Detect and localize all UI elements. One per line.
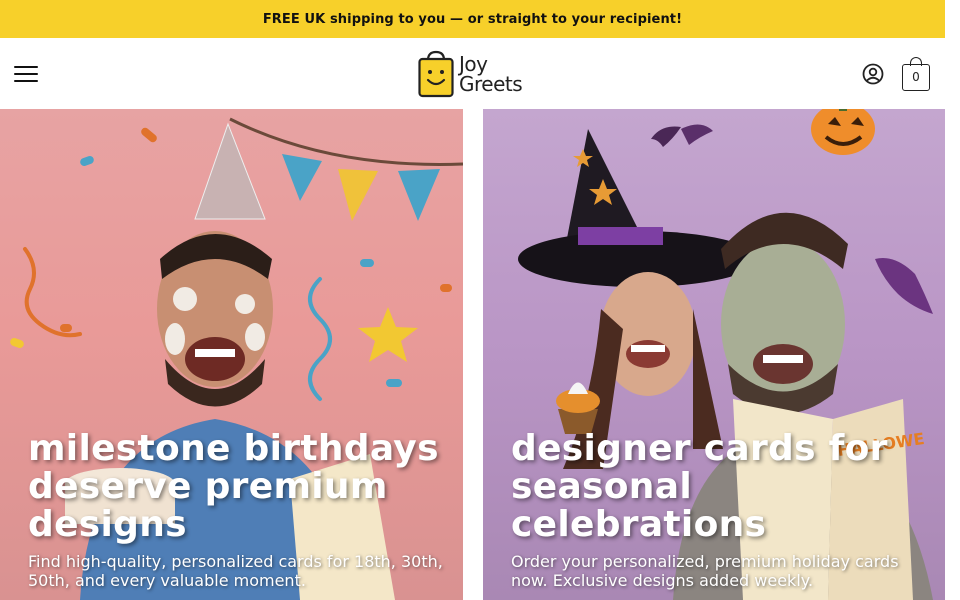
promo-bar: FREE UK shipping to you — or straight to…: [0, 0, 945, 38]
cart-count: 0: [912, 70, 920, 84]
cart-button[interactable]: 0: [902, 56, 930, 91]
site-logo[interactable]: Joy Greets: [418, 50, 523, 98]
logo-line-2: Greets: [459, 72, 523, 96]
logo-line-1: Joy: [459, 52, 488, 76]
birthday-card-title: milestone birthdays deserve premium desi…: [28, 428, 439, 545]
page: FREE UK shipping to you — or straight to…: [0, 0, 945, 600]
hero-cards: milestone birthdays deserve premium desi…: [0, 109, 945, 600]
hamburger-menu-icon[interactable]: [14, 65, 38, 82]
birthday-card-text: milestone birthdays deserve premium desi…: [28, 428, 443, 591]
birthday-hero-card[interactable]: milestone birthdays deserve premium desi…: [0, 109, 463, 600]
seasonal-card-subtitle: Order your personalized, premium holiday…: [511, 552, 899, 590]
site-header: Joy Greets 0: [0, 38, 945, 109]
seasonal-card-title: designer cards for seasonal celebrations: [511, 428, 888, 545]
user-account-icon[interactable]: [862, 63, 884, 85]
birthday-card-subtitle: Find high-quality, personalized cards fo…: [28, 552, 443, 590]
logo-bag-icon: [418, 50, 454, 98]
header-actions: 0: [862, 56, 930, 91]
logo-wordmark: Joy Greets: [459, 52, 523, 96]
promo-text: FREE UK shipping to you — or straight to…: [262, 11, 683, 27]
seasonal-card-text: designer cards for seasonal celebrations…: [511, 428, 925, 591]
seasonal-hero-card[interactable]: HALLOWE designer cards for seasonal cele…: [483, 109, 945, 600]
